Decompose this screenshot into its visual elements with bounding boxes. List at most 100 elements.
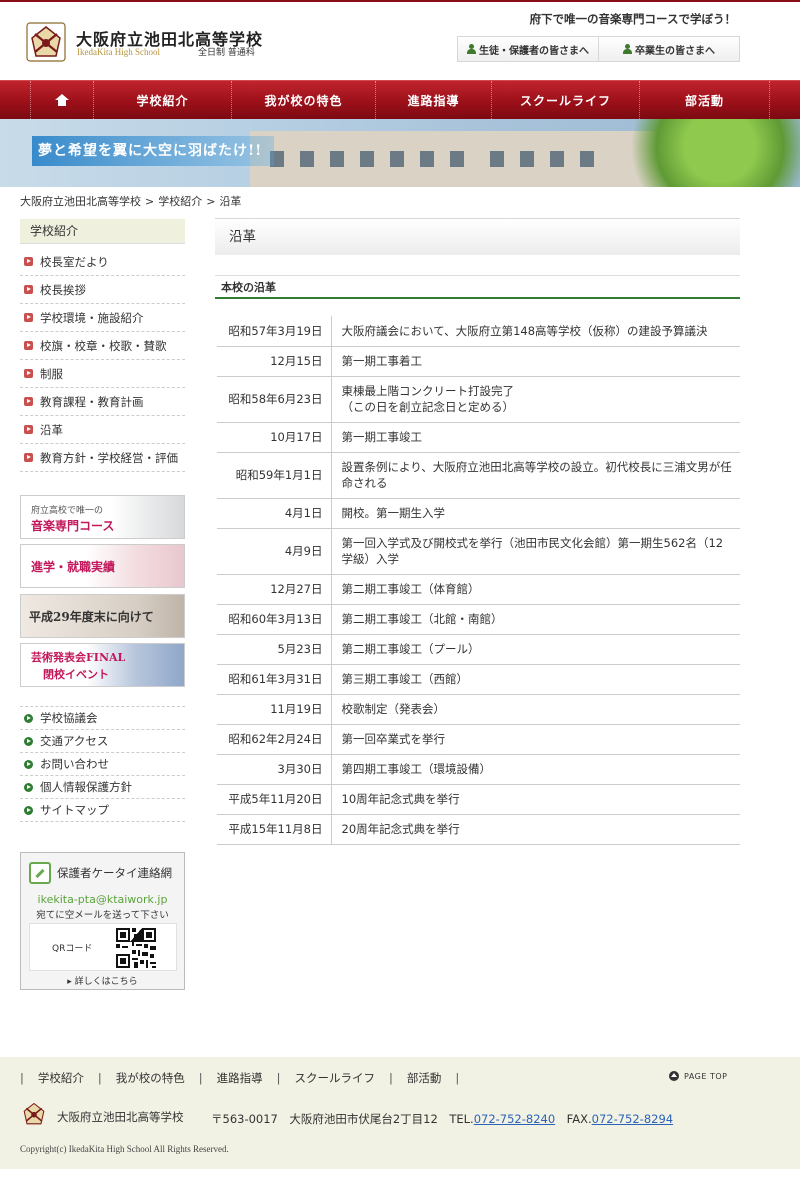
school-course: 全日制 普通科 bbox=[198, 48, 255, 58]
sidebar-item-uniform[interactable]: 制服 bbox=[20, 360, 185, 388]
history-date: 昭和62年2月24日 bbox=[217, 724, 332, 755]
history-date: 10月17日 bbox=[217, 422, 332, 453]
history-row: 平成5年11月20日 10周年記念式典を挙行 bbox=[217, 784, 740, 815]
breadcrumb-school-intro[interactable]: 学校紹介 bbox=[158, 195, 202, 208]
page-title: 沿革 bbox=[215, 218, 740, 255]
footer-link-features[interactable]: 我が校の特色 bbox=[116, 1070, 185, 1086]
global-nav: 学校紹介 我が校の特色 進路指導 スクールライフ 部活動 bbox=[0, 80, 800, 119]
school-name-en: IkedaKita High School bbox=[77, 47, 160, 57]
history-date: 平成5年11月20日 bbox=[217, 784, 332, 815]
arts-final-banner[interactable]: 芸術発表会FINAL 閉校イベント bbox=[20, 643, 185, 687]
sidebar-link-contact[interactable]: お問い合わせ bbox=[20, 753, 185, 776]
career-results-banner[interactable]: 進学・就職実績 bbox=[20, 544, 185, 588]
history-date: 3月30日 bbox=[217, 754, 332, 785]
sidebar-link-privacy[interactable]: 個人情報保護方針 bbox=[20, 776, 185, 799]
history-event: 第一回入学式及び開校式を挙行（池田市民文化会館）第一期生562名（12学級）入学 bbox=[331, 528, 740, 575]
sidebar-item-facilities[interactable]: 学校環境・施設紹介 bbox=[20, 304, 185, 332]
history-row: 昭和60年3月13日 第二期工事竣工（北館・南館） bbox=[217, 604, 740, 635]
site-footer: | 学校紹介 | 我が校の特色 | 進路指導 | スクールライフ | 部活動 |… bbox=[0, 1057, 800, 1169]
tree-image bbox=[600, 119, 800, 187]
footer-fax-link[interactable]: 072-752-8294 bbox=[592, 1112, 673, 1126]
students-parents-link[interactable]: 生徒・保護者の皆さまへ bbox=[458, 37, 598, 61]
footer-link-school-life[interactable]: スクールライフ bbox=[295, 1070, 376, 1086]
footer-nav: | 学校紹介 | 我が校の特色 | 進路指導 | スクールライフ | 部活動 | bbox=[20, 1070, 460, 1086]
arrow-circle-icon bbox=[24, 759, 33, 769]
arrow-bullet-icon bbox=[24, 313, 33, 322]
arrow-bullet-icon bbox=[24, 285, 33, 294]
nav-school-intro[interactable]: 学校紹介 bbox=[94, 81, 232, 119]
arrow-circle-icon bbox=[24, 736, 33, 746]
nav-career[interactable]: 進路指導 bbox=[376, 81, 492, 119]
history-row: 10月17日 第一期工事竣工 bbox=[217, 422, 740, 453]
history-event: 第三期工事竣工（西館） bbox=[331, 664, 740, 695]
arrow-bullet-icon bbox=[24, 397, 33, 406]
sidebar-item-principal-news[interactable]: 校長室だより bbox=[20, 248, 185, 276]
footer-link-school-intro[interactable]: 学校紹介 bbox=[38, 1070, 84, 1086]
sidebar-item-curriculum[interactable]: 教育課程・教育計画 bbox=[20, 388, 185, 416]
arrow-bullet-icon bbox=[24, 257, 33, 266]
nav-home[interactable] bbox=[30, 81, 94, 119]
arrow-up-icon bbox=[669, 1071, 679, 1081]
footer-address: 〒563-0017 大阪府池田市伏尾台2丁目12 TEL.072-752-824… bbox=[211, 1112, 674, 1126]
history-event: 第一回卒業式を挙行 bbox=[331, 724, 740, 755]
site-header: 大阪府立池田北高等学校 IkedaKita High School 全日制 普通… bbox=[0, 2, 800, 80]
breadcrumb-home[interactable]: 大阪府立池田北高等学校 bbox=[20, 195, 141, 208]
sidebar-item-flag-emblem-song[interactable]: 校旗・校章・校歌・賛歌 bbox=[20, 332, 185, 360]
graduates-link[interactable]: 卒業生の皆さまへ bbox=[598, 37, 739, 61]
qr-code-icon bbox=[116, 928, 156, 968]
history-event: 設置条例により、大阪府立池田北高等学校の設立。初代校長に三浦文男が任命される bbox=[331, 452, 740, 499]
sidebar-link-council[interactable]: 学校協議会 bbox=[20, 707, 185, 730]
history-date: 12月15日 bbox=[217, 346, 332, 377]
page-top-button[interactable]: PAGE TOP bbox=[669, 1071, 727, 1081]
ktai-title: 保護者ケータイ連絡網 bbox=[57, 866, 172, 880]
ktai-note: 宛てに空メールを送って下さい bbox=[36, 910, 169, 921]
history-date: 昭和58年6月23日 bbox=[217, 376, 332, 423]
history-date: 11月19日 bbox=[217, 694, 332, 725]
sidebar-item-policy[interactable]: 教育方針・学校経営・評価 bbox=[20, 444, 185, 472]
sidebar-links: 学校協議会 交通アクセス お問い合わせ 個人情報保護方針 サイトマップ bbox=[20, 706, 185, 822]
sidebar-link-access[interactable]: 交通アクセス bbox=[20, 730, 185, 753]
ktai-more-link[interactable]: ▸ 詳しくはこちら bbox=[21, 974, 184, 987]
history-date: 昭和60年3月13日 bbox=[217, 604, 332, 635]
footer-link-clubs[interactable]: 部活動 bbox=[407, 1070, 442, 1086]
history-row: 12月27日 第二期工事竣工（体育館） bbox=[217, 574, 740, 605]
arrow-circle-icon bbox=[24, 713, 33, 723]
history-date: 4月9日 bbox=[217, 528, 332, 575]
history-date: 5月23日 bbox=[217, 634, 332, 665]
home-icon bbox=[55, 94, 69, 106]
history-date: 昭和59年1月1日 bbox=[217, 452, 332, 499]
nav-features[interactable]: 我が校の特色 bbox=[232, 81, 376, 119]
sidebar-heading[interactable]: 学校紹介 bbox=[20, 219, 185, 244]
history-date: 平成15年11月8日 bbox=[217, 814, 332, 845]
arrow-bullet-icon bbox=[24, 369, 33, 378]
edit-icon bbox=[29, 862, 51, 884]
fy29-banner[interactable]: 平成29年度末に向けて bbox=[20, 594, 185, 638]
school-emblem-icon[interactable] bbox=[26, 22, 66, 62]
history-event: 大阪府議会において、大阪府立第148高等学校（仮称）の建設予算議決 bbox=[331, 316, 740, 347]
footer-tel-link[interactable]: 072-752-8240 bbox=[474, 1112, 555, 1126]
nav-school-life[interactable]: スクールライフ bbox=[492, 81, 640, 119]
music-course-banner[interactable]: 府立高校で唯一の 音楽専門コース bbox=[20, 495, 185, 539]
sidebar-item-history[interactable]: 沿革 bbox=[20, 416, 185, 444]
person-icon bbox=[467, 44, 476, 54]
nav-clubs[interactable]: 部活動 bbox=[640, 81, 770, 119]
history-date: 4月1日 bbox=[217, 498, 332, 529]
footer-link-career[interactable]: 進路指導 bbox=[217, 1070, 263, 1086]
header-links: 生徒・保護者の皆さまへ 卒業生の皆さまへ bbox=[457, 36, 740, 62]
ktai-email[interactable]: ikekita-pta@ktaiwork.jp bbox=[21, 893, 184, 906]
history-row: 昭和59年1月1日 設置条例により、大阪府立池田北高等学校の設立。初代校長に三浦文… bbox=[217, 452, 740, 499]
history-event: 第二期工事竣工（体育館） bbox=[331, 574, 740, 605]
history-row: 12月15日 第一期工事着工 bbox=[217, 346, 740, 377]
qr-box: QRコード bbox=[29, 923, 177, 971]
sidebar-item-principal-greeting[interactable]: 校長挨拶 bbox=[20, 276, 185, 304]
sidebar-link-sitemap[interactable]: サイトマップ bbox=[20, 799, 185, 822]
sidebar-menu: 校長室だより 校長挨拶 学校環境・施設紹介 校旗・校章・校歌・賛歌 制服 教育課… bbox=[20, 248, 185, 472]
history-row: 昭和61年3月31日 第三期工事竣工（西館） bbox=[217, 664, 740, 695]
history-date: 昭和57年3月19日 bbox=[217, 316, 332, 347]
footer-emblem-icon bbox=[23, 1102, 45, 1125]
history-event: 第一期工事竣工 bbox=[331, 422, 740, 453]
breadcrumb-current: 沿革 bbox=[219, 195, 242, 208]
history-event: 第四期工事竣工（環境設備） bbox=[331, 754, 740, 785]
arrow-bullet-icon bbox=[24, 453, 33, 462]
history-table: 昭和57年3月19日 大阪府議会において、大阪府立第148高等学校（仮称）の建設予… bbox=[217, 316, 740, 845]
